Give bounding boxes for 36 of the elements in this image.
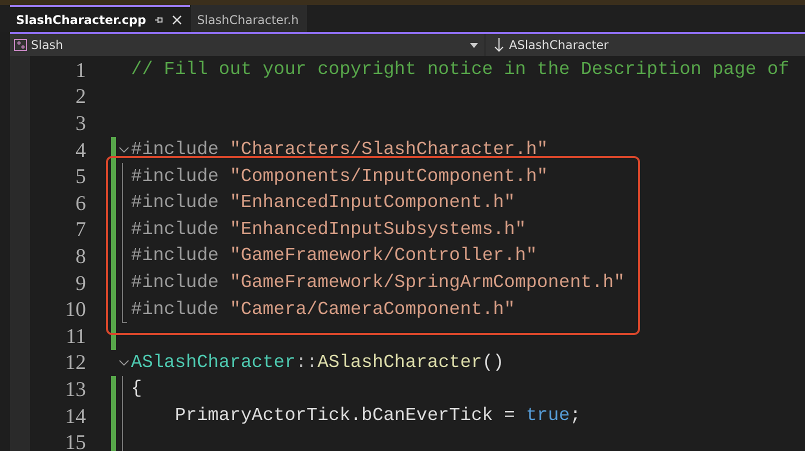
- code-line: #include "Characters/SlashCharacter.h": [131, 140, 548, 160]
- collapse-icon[interactable]: [118, 360, 128, 366]
- collapse-icon[interactable]: [118, 147, 128, 154]
- line-number: 10: [64, 297, 86, 322]
- code-line: // Fill out your copyright notice in the Description page of: [131, 60, 790, 80]
- member-dropdown[interactable]: ASlashCharacter: [486, 34, 805, 56]
- line-number: 11: [64, 324, 86, 349]
- project-icon: [14, 39, 27, 51]
- line-number: 5: [74, 164, 86, 190]
- code-line: PrimaryActorTick.bCanEverTick = true;: [174, 406, 581, 426]
- code-line: #include "GameFramework/SpringArmComponent.h": [131, 273, 625, 294]
- code-line: #include "GameFramework/Controller.h": [131, 246, 537, 266]
- line-number: 3: [74, 110, 86, 136]
- project-dropdown[interactable]: Slash: [10, 34, 484, 56]
- line-number: 4: [74, 138, 86, 163]
- line-number: 15: [64, 430, 86, 451]
- down-arrow-icon: [494, 38, 504, 52]
- line-number: 14: [64, 404, 86, 429]
- pin-icon[interactable]: [154, 14, 164, 24]
- code-line: {: [131, 379, 142, 400]
- file-tab[interactable]: SlashCharacter.h: [191, 5, 307, 32]
- code-line: #include "EnhancedInputSubsystems.h": [131, 220, 526, 240]
- line-number: 6: [74, 190, 86, 216]
- close-icon[interactable]: [172, 14, 182, 24]
- code-line: #include "Camera/CameraComponent.h": [131, 300, 515, 320]
- line-number: 12: [64, 350, 86, 376]
- caret-icon: [470, 42, 478, 48]
- line-number: 9: [74, 270, 86, 296]
- line-number: 2: [74, 84, 86, 110]
- line-number: 8: [74, 244, 86, 269]
- line-number: 7: [74, 217, 86, 242]
- code-line: #include "Components/InputComponent.h": [131, 166, 548, 187]
- line-number: 13: [64, 376, 86, 402]
- code-line: #include "EnhancedInputComponent.h": [131, 193, 515, 214]
- line-number: 1: [74, 58, 86, 83]
- code-line: ASlashCharacter::ASlashCharacter(): [131, 352, 504, 373]
